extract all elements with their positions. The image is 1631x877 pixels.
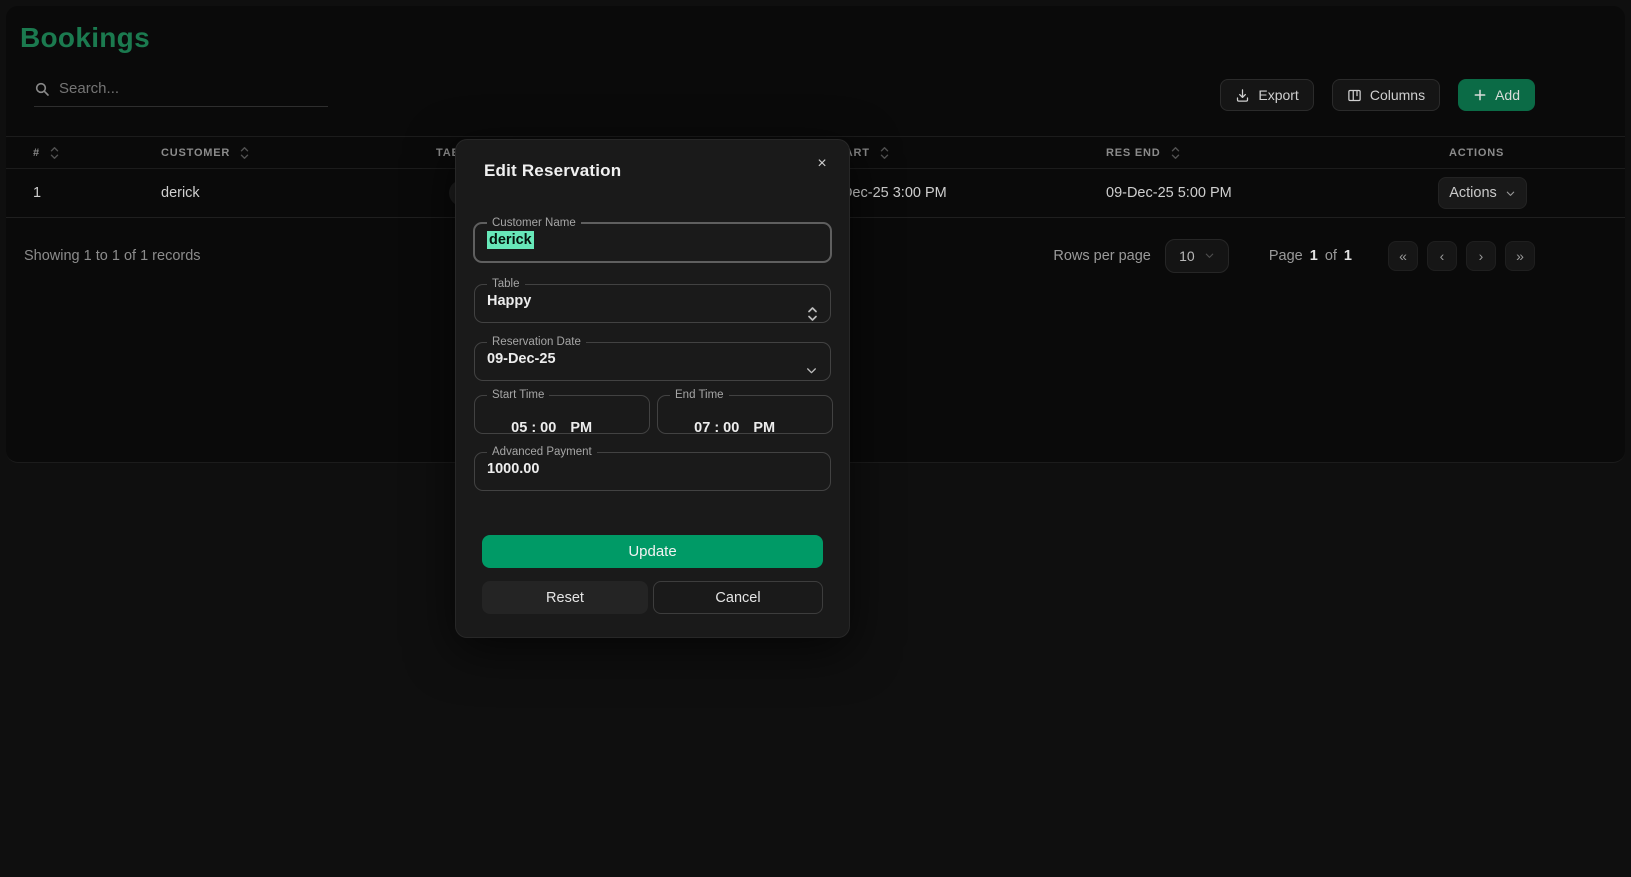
reservation-date-label: Reservation Date <box>492 336 581 348</box>
prev-page-button[interactable]: ‹ <box>1427 240 1457 271</box>
column-header-label: RES END <box>1106 146 1161 159</box>
page-indicator: Page 1 of 1 <box>1269 248 1352 264</box>
chevron-down-icon <box>807 368 816 374</box>
download-icon <box>1237 88 1249 102</box>
sort-icon[interactable] <box>1171 146 1180 160</box>
page-current: 1 <box>1309 247 1318 264</box>
sort-icon[interactable] <box>240 146 249 160</box>
customer-name-label: Customer Name <box>492 217 576 229</box>
advanced-payment-value: 1000.00 <box>487 461 540 477</box>
column-header-index[interactable]: # <box>6 146 146 160</box>
add-button[interactable]: Add <box>1458 79 1535 111</box>
table-select-label: Table <box>492 278 520 290</box>
column-header-res-end[interactable]: RES END <box>1086 146 1431 160</box>
cell-index: 1 <box>33 185 42 201</box>
reset-button[interactable]: Reset <box>482 581 648 614</box>
end-time-value[interactable]: 07 : 00 <box>694 420 739 436</box>
row-actions-label: Actions <box>1449 185 1497 201</box>
sort-icon[interactable] <box>880 146 889 160</box>
cancel-button[interactable]: Cancel <box>653 581 823 614</box>
start-time-value[interactable]: 05 : 00 <box>511 420 556 436</box>
advanced-payment-label: Advanced Payment <box>492 446 592 458</box>
start-time-field[interactable]: Start Time 05 : 00 PM <box>474 389 650 436</box>
columns-button-label: Columns <box>1369 87 1426 103</box>
pagination-controls: « ‹ › » <box>1388 240 1535 271</box>
plus-icon <box>1474 89 1486 101</box>
add-button-label: Add <box>1495 87 1520 103</box>
rows-per-page-select[interactable]: 10 <box>1164 238 1229 273</box>
chevron-down-icon <box>1205 253 1213 258</box>
columns-icon <box>1348 89 1361 101</box>
rows-per-page-value: 10 <box>1179 247 1195 264</box>
edit-reservation-dialog: Edit Reservation × Customer Name derick … <box>455 139 850 638</box>
sort-icon[interactable] <box>50 146 59 160</box>
column-header-actions: ACTIONS <box>1431 147 1625 159</box>
last-page-button[interactable]: » <box>1505 240 1535 271</box>
end-time-meridiem[interactable]: PM <box>753 420 775 436</box>
select-updown-icon <box>808 307 817 321</box>
customer-name-field[interactable]: Customer Name derick <box>473 217 832 263</box>
export-button-label: Export <box>1258 87 1299 103</box>
start-time-meridiem[interactable]: PM <box>570 420 592 436</box>
column-header-label: # <box>33 146 40 159</box>
search-icon <box>35 82 49 96</box>
reservation-date-value: 09-Dec-25 <box>487 351 556 367</box>
chevron-down-icon <box>1506 191 1515 196</box>
search-field[interactable] <box>34 80 328 107</box>
toolbar: Export Columns Add <box>1220 79 1535 111</box>
columns-button[interactable]: Columns <box>1331 79 1441 111</box>
customer-name-input-value[interactable]: derick <box>487 231 534 249</box>
table-select-value: Happy <box>487 293 532 309</box>
end-time-label: End Time <box>675 389 724 401</box>
records-summary: Showing 1 to 1 of 1 records <box>24 247 201 264</box>
column-header-label: ACTIONS <box>1449 146 1505 159</box>
first-page-button[interactable]: « <box>1388 240 1418 271</box>
dialog-title: Edit Reservation <box>484 161 622 180</box>
column-header-label: CUSTOMER <box>161 146 231 159</box>
page-title: Bookings <box>20 22 150 53</box>
cell-customer: derick <box>161 185 200 201</box>
next-page-button[interactable]: › <box>1466 240 1496 271</box>
page-total: 1 <box>1343 247 1352 264</box>
search-input[interactable] <box>59 80 328 97</box>
page-label: Page <box>1268 247 1303 264</box>
rows-per-page-label: Rows per page <box>1053 247 1151 264</box>
end-time-field[interactable]: End Time 07 : 00 PM <box>657 389 833 436</box>
close-icon[interactable]: × <box>811 153 833 175</box>
export-button[interactable]: Export <box>1220 79 1314 111</box>
reservation-date-field[interactable]: Reservation Date 09-Dec-25 <box>474 336 831 381</box>
column-header-customer[interactable]: CUSTOMER <box>146 146 421 160</box>
cell-actions: Actions <box>1431 177 1625 209</box>
update-button[interactable]: Update <box>482 535 823 568</box>
cell-res-end: 09-Dec-25 5:00 PM <box>1106 185 1232 201</box>
of-label: of <box>1324 247 1337 264</box>
advanced-payment-field[interactable]: Advanced Payment 1000.00 <box>474 446 831 491</box>
row-actions-button[interactable]: Actions <box>1438 177 1527 209</box>
start-time-label: Start Time <box>492 389 545 401</box>
table-select-field[interactable]: Table Happy <box>474 278 831 323</box>
